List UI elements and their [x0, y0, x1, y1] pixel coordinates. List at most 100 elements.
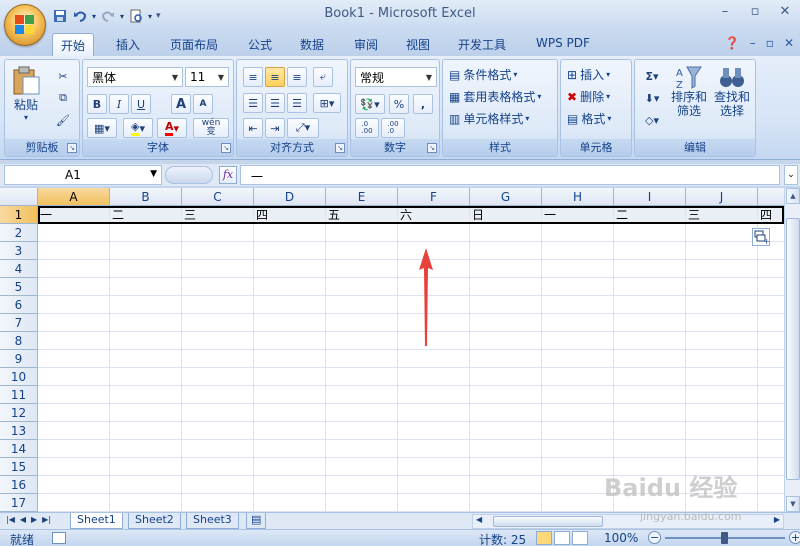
cell[interactable] [614, 260, 686, 278]
maximize-icon[interactable]: ▫ [740, 0, 770, 22]
cell[interactable] [110, 440, 182, 458]
zoom-out-icon[interactable]: − [648, 531, 661, 544]
cell[interactable] [614, 404, 686, 422]
cell[interactable] [326, 296, 398, 314]
column-header-i[interactable]: I [614, 188, 686, 206]
cell[interactable] [326, 386, 398, 404]
cell[interactable] [614, 224, 686, 242]
cell[interactable] [398, 296, 470, 314]
cell[interactable]: 五 [326, 206, 398, 224]
tab-page-layout[interactable]: 页面布局 [162, 33, 226, 56]
bold-button[interactable]: B [87, 94, 107, 114]
cell[interactable] [254, 224, 326, 242]
cell[interactable] [686, 296, 758, 314]
cell[interactable]: 日 [470, 206, 542, 224]
cut-icon[interactable]: ✂ [53, 66, 73, 86]
close-icon[interactable]: ✕ [770, 0, 800, 22]
cell[interactable] [254, 332, 326, 350]
row-header-7[interactable]: 7 [0, 314, 38, 332]
cell[interactable] [686, 314, 758, 332]
row-header-12[interactable]: 12 [0, 404, 38, 422]
cell[interactable] [38, 242, 110, 260]
row-header-1[interactable]: 1 [0, 206, 38, 224]
cell[interactable]: 三 [686, 206, 758, 224]
column-header-g[interactable]: G [470, 188, 542, 206]
cell[interactable]: 六 [398, 206, 470, 224]
scroll-right-icon[interactable]: ▶ [774, 515, 780, 524]
cell[interactable] [110, 278, 182, 296]
cell[interactable] [758, 440, 784, 458]
cell[interactable] [398, 458, 470, 476]
doc-minimize-icon[interactable]: – [750, 36, 756, 50]
office-button[interactable] [4, 4, 46, 46]
cell[interactable] [38, 386, 110, 404]
vertical-scrollbar[interactable]: ▲ ▼ [784, 188, 800, 512]
sheet-tab-sheet2[interactable]: Sheet2 [128, 513, 181, 529]
cell[interactable] [470, 458, 542, 476]
cell[interactable] [254, 386, 326, 404]
format-painter-icon[interactable]: 🖌 [53, 110, 73, 130]
cell[interactable] [398, 242, 470, 260]
align-middle-button[interactable]: ≡ [265, 67, 285, 87]
tab-insert[interactable]: 插入 [108, 33, 148, 56]
cell[interactable] [38, 422, 110, 440]
align-right-button[interactable]: ☰ [287, 93, 307, 113]
cell[interactable] [614, 278, 686, 296]
cell[interactable] [326, 404, 398, 422]
cell[interactable] [470, 368, 542, 386]
cell[interactable] [110, 368, 182, 386]
cell[interactable] [182, 350, 254, 368]
cell[interactable] [758, 260, 784, 278]
delete-cells-button[interactable]: ✖ 删除 ▾ [567, 88, 610, 105]
cell[interactable] [38, 296, 110, 314]
cell[interactable] [758, 494, 784, 512]
cell[interactable] [182, 476, 254, 494]
cell[interactable] [38, 224, 110, 242]
comma-button[interactable]: , [413, 94, 433, 114]
cell[interactable] [758, 422, 784, 440]
cell[interactable] [470, 386, 542, 404]
cell[interactable] [182, 242, 254, 260]
cell[interactable] [38, 260, 110, 278]
page-layout-view-icon[interactable] [554, 531, 570, 545]
cell[interactable] [542, 440, 614, 458]
cell[interactable] [326, 224, 398, 242]
cell[interactable] [614, 368, 686, 386]
cell[interactable] [470, 494, 542, 512]
cell[interactable] [758, 476, 784, 494]
cell[interactable] [542, 404, 614, 422]
cell[interactable] [470, 224, 542, 242]
cell[interactable] [542, 350, 614, 368]
cell[interactable] [542, 260, 614, 278]
tab-developer[interactable]: 开发工具 [450, 33, 514, 56]
copy-icon[interactable]: ⧉ [53, 88, 73, 108]
cell[interactable] [326, 458, 398, 476]
select-all-corner[interactable] [0, 188, 38, 206]
zoom-level[interactable]: 100% [604, 531, 638, 545]
cell[interactable] [254, 242, 326, 260]
tab-data[interactable]: 数据 [292, 33, 332, 56]
zoom-in-icon[interactable]: + [789, 531, 800, 544]
cell[interactable] [758, 404, 784, 422]
insert-function-button[interactable]: fx [219, 166, 237, 184]
cell[interactable] [110, 314, 182, 332]
cell[interactable] [686, 332, 758, 350]
font-name-select[interactable]: 黑体 ▼ [87, 67, 183, 87]
sheet-tab-sheet1[interactable]: Sheet1 [70, 513, 123, 529]
prev-sheet-icon[interactable]: ◀ [20, 515, 26, 524]
alignment-launcher-icon[interactable]: ↘ [335, 143, 345, 153]
cell[interactable] [326, 476, 398, 494]
cell[interactable] [686, 386, 758, 404]
cell[interactable] [758, 386, 784, 404]
cell[interactable] [254, 368, 326, 386]
normal-view-icon[interactable] [536, 531, 552, 545]
cell[interactable] [182, 386, 254, 404]
cell[interactable] [254, 494, 326, 512]
tab-view[interactable]: 视图 [398, 33, 438, 56]
cell[interactable] [182, 224, 254, 242]
cell[interactable] [254, 260, 326, 278]
cell[interactable] [398, 476, 470, 494]
cell[interactable] [686, 278, 758, 296]
worksheet-grid[interactable]: A B C D E F G H I J 1 一二三四五六日一二三四 2 3 4 5 6 7 8 9 10 11 12 13 14… [0, 188, 784, 512]
phonetic-button[interactable]: wén 变 [193, 118, 229, 138]
